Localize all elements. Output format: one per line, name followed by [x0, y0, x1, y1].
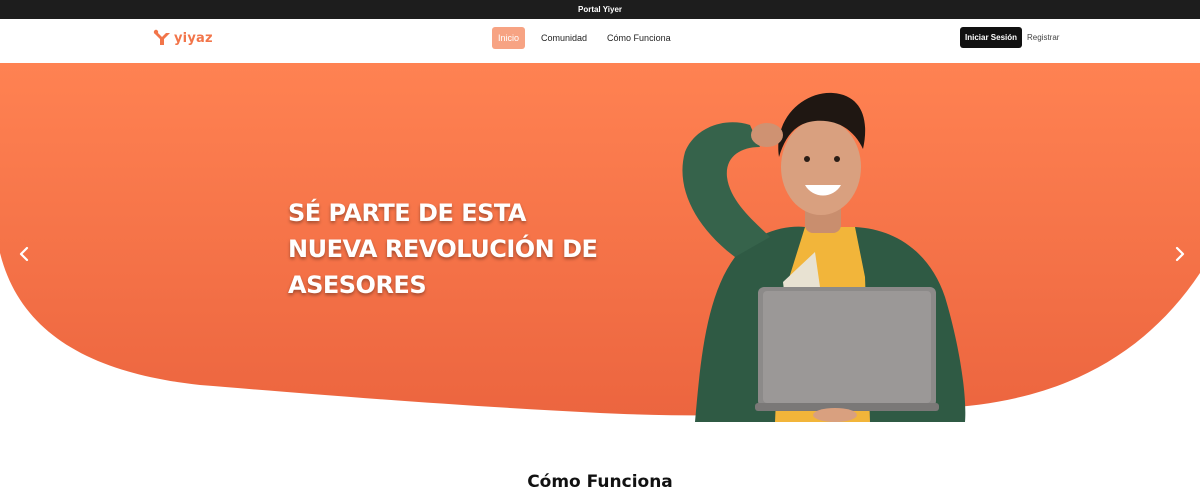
top-bar-text: Portal Yiyer: [577, 5, 623, 14]
register-link[interactable]: Registrar: [1027, 27, 1059, 48]
hero-person-image: [682, 92, 966, 422]
hero-headline-line-1: SÉ PARTE DE ESTA: [288, 199, 526, 227]
nav-link-comunidad[interactable]: Comunidad: [531, 27, 597, 49]
chevron-left-icon: [19, 246, 29, 262]
nav-link-inicio[interactable]: Inicio: [492, 27, 526, 49]
carousel-next-button[interactable]: [1170, 243, 1190, 265]
hero-headline-line-2: NUEVA REVOLUCIÓN DE: [288, 235, 598, 263]
login-button[interactable]: Iniciar Sesión: [960, 27, 1023, 48]
navbar: yiyaz Inicio Comunidad Cómo Funciona Ini…: [0, 19, 1200, 63]
main-nav: Inicio Comunidad Cómo Funciona: [492, 27, 681, 49]
section-heading-como-funciona: Cómo Funciona: [527, 472, 673, 492]
brand-logo[interactable]: yiyaz: [152, 28, 213, 48]
logo-icon: [153, 29, 170, 45]
hero-headline: SÉ PARTE DE ESTA NUEVA REVOLUCIÓN DE ASE…: [288, 195, 648, 303]
hero-headline-line-3: ASESORES: [288, 271, 427, 299]
brand-name: yiyaz: [174, 30, 213, 46]
hero-carousel: SÉ PARTE DE ESTA NUEVA REVOLUCIÓN DE ASE…: [0, 63, 1200, 443]
nav-link-como-funciona[interactable]: Cómo Funciona: [597, 27, 681, 49]
top-announcement-bar: Portal Yiyer: [0, 0, 1200, 19]
chevron-right-icon: [1175, 246, 1185, 262]
carousel-prev-button[interactable]: [14, 243, 34, 265]
